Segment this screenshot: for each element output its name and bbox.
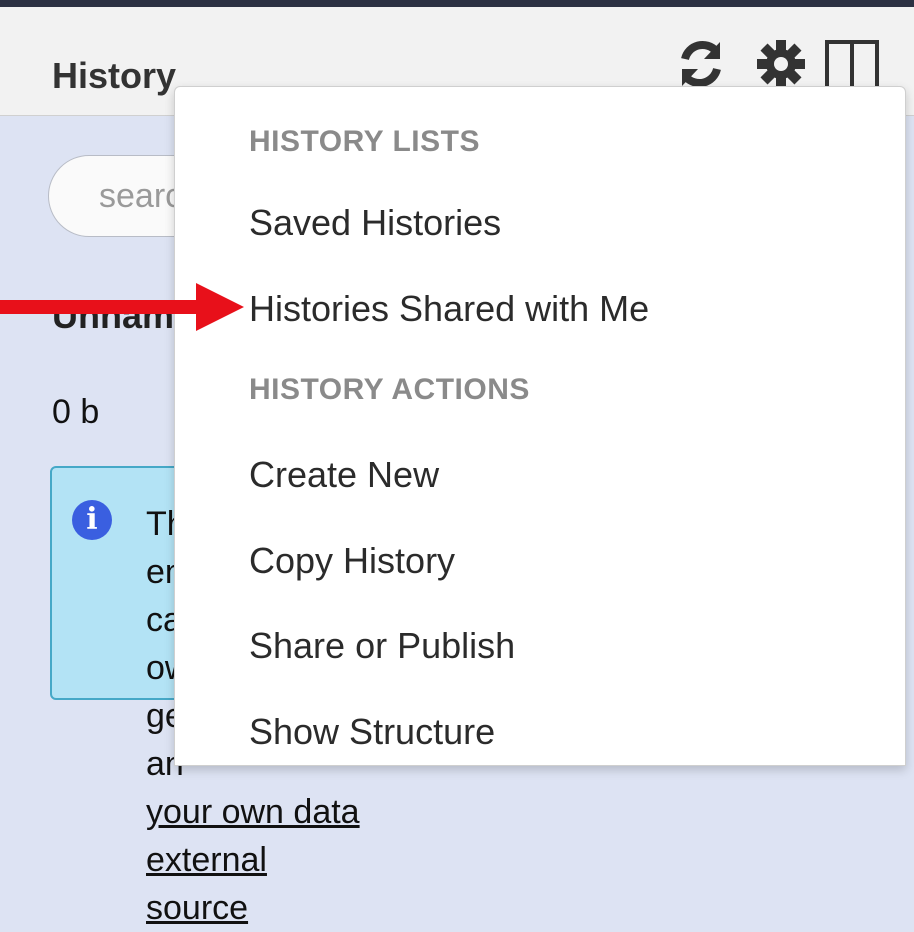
info-icon: i [72,500,112,540]
refresh-icon[interactable] [676,39,726,89]
panel-title: History [52,55,177,96]
create-new-item[interactable]: Create New [249,454,439,496]
history-size: 0 b [52,393,100,431]
show-structure-item[interactable]: Show Structure [249,711,495,753]
copy-history-item[interactable]: Copy History [249,540,455,582]
history-actions-header: HISTORY ACTIONS [249,373,530,406]
share-or-publish-item[interactable]: Share or Publish [249,625,515,667]
history-options-menu: HISTORY LISTS Saved Histories Histories … [174,86,906,766]
histories-shared-with-me-item[interactable]: Histories Shared with Me [249,288,649,330]
gear-icon[interactable] [756,39,806,89]
saved-histories-item[interactable]: Saved Histories [249,202,501,244]
history-lists-header: HISTORY LISTS [249,125,480,158]
external-source-link[interactable]: external source [146,836,368,932]
load-data-link[interactable]: your own data [146,788,368,836]
top-bar [0,0,914,7]
red-arrow-annotation [0,283,244,331]
